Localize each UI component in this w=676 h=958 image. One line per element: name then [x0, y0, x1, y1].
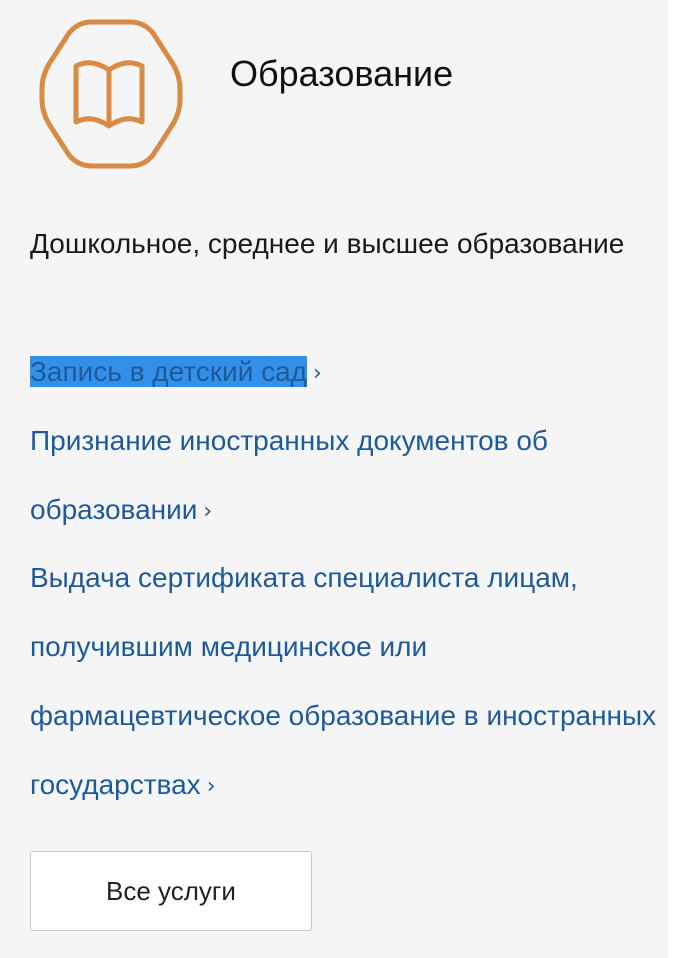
section-subtitle: Дошкольное, среднее и высшее образование — [30, 228, 625, 259]
chevron-right-icon: › — [203, 499, 213, 524]
section-title: Образование — [230, 53, 454, 94]
foreign-documents-recognition-link[interactable]: Признание иностранных документов об обра… — [30, 406, 662, 547]
foreign-documents-recognition-label: Признание иностранных документов об обра… — [30, 425, 548, 525]
kindergarten-enrollment-link[interactable]: Запись в детский сад › — [30, 340, 662, 407]
specialist-certificate-label: Выдача сертификата специалиста лицам, по… — [30, 562, 657, 800]
specialist-certificate-link[interactable]: Выдача сертификата специалиста лицам, по… — [30, 543, 670, 822]
book-icon — [39, 19, 183, 169]
chevron-right-icon: › — [313, 361, 322, 386]
education-card: Образование Дошкольное, среднее и высшее… — [0, 0, 668, 958]
chevron-right-icon: › — [206, 774, 216, 799]
kindergarten-enrollment-label: Запись в детский сад — [30, 356, 308, 387]
all-services-button[interactable]: Все услуги — [30, 851, 312, 931]
page-edge — [668, 0, 676, 958]
